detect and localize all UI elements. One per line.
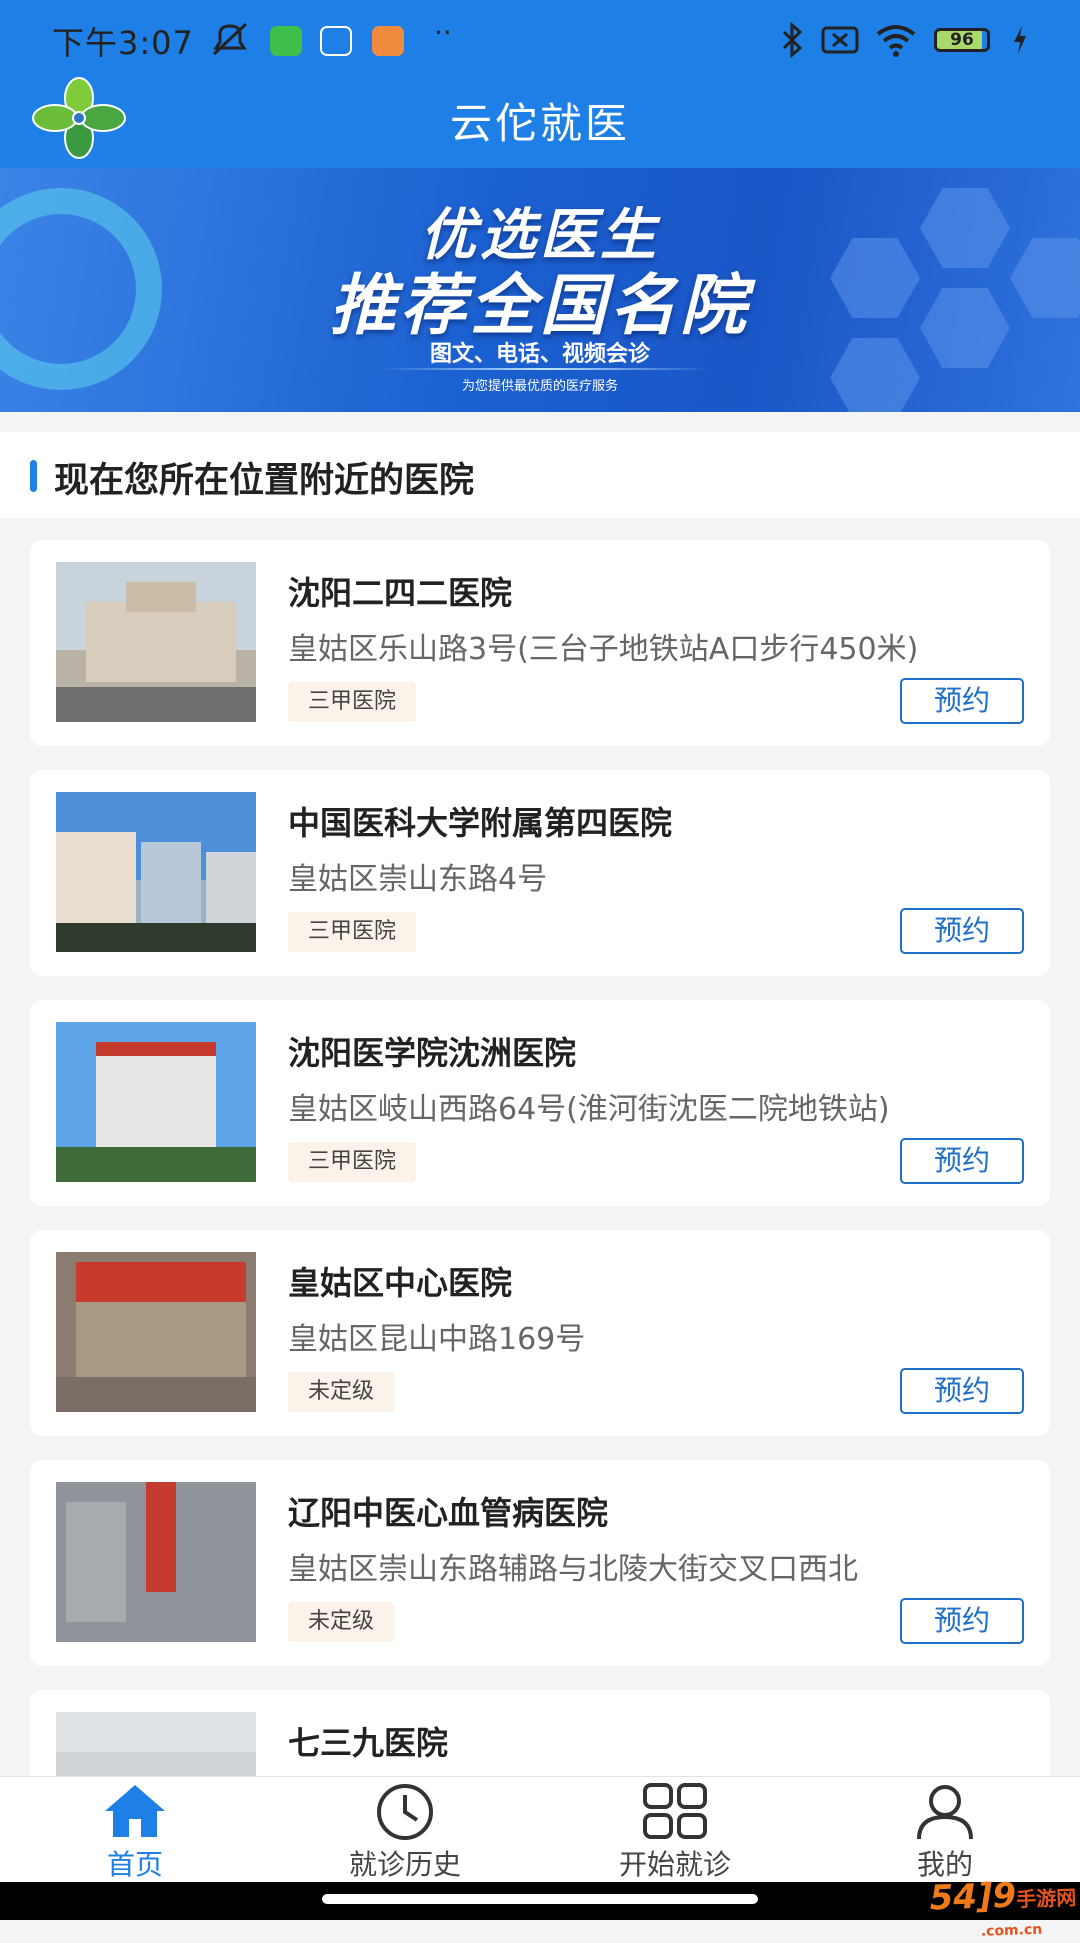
clock-icon: [377, 1784, 433, 1840]
hospital-card[interactable]: 皇姑区中心医院 皇姑区昆山中路169号 未定级 预约: [30, 1230, 1050, 1436]
hospital-address: 皇姑区崇山东路4号: [288, 862, 548, 897]
banner-subheadline: 推荐全国名院: [330, 267, 750, 344]
banner-divider: [380, 368, 710, 370]
section-header: 现在您所在位置附近的医院: [0, 432, 1080, 518]
app-icon-blue: [320, 26, 352, 56]
hospital-name: 沈阳医学院沈洲医院: [288, 1034, 577, 1072]
tab-label: 就诊历史: [348, 1848, 461, 1881]
hospital-card[interactable]: 七三九医院: [30, 1690, 1050, 1776]
site-watermark: 54]9手游网 .com.cn: [928, 1875, 1077, 1940]
app-title: 云佗就医: [449, 99, 630, 148]
hospital-card[interactable]: 中国医科大学附属第四医院 皇姑区崇山东路4号 三甲医院 预约: [30, 770, 1050, 976]
hospital-photo: [56, 1482, 256, 1642]
app-icon-green: [270, 26, 302, 56]
promo-banner[interactable]: 优选医生 推荐全国名院 图文、电话、视频会诊 为您提供最优质的医疗服务: [0, 168, 1080, 412]
tab-mine[interactable]: 我的: [810, 1777, 1080, 1883]
hospital-card[interactable]: 沈阳医学院沈洲医院 皇姑区岐山西路64号(淮河街沈医二院地铁站) 三甲医院 预约: [30, 1000, 1050, 1206]
home-icon: [105, 1785, 165, 1837]
bottom-nav: 首页 就诊历史 开始就诊 我的: [0, 1776, 1080, 1883]
home-indicator[interactable]: [322, 1894, 758, 1904]
hospital-address: 皇姑区乐山路3号(三台子地铁站A口步行450米): [288, 632, 919, 667]
mute-icon: [210, 22, 250, 62]
hospital-photo: [56, 1022, 256, 1182]
hospital-name: 七三九医院: [288, 1724, 449, 1762]
section-title: 现在您所在位置附近的医院: [54, 461, 475, 501]
system-home-bar: [0, 1882, 1080, 1920]
sim-icon: [820, 22, 860, 62]
tab-start-consultation[interactable]: 开始就诊: [540, 1777, 810, 1883]
app-header: 下午3:07 ·· 96 云佗就医: [0, 0, 1080, 168]
hospital-name: 辽阳中医心血管病医院: [288, 1494, 609, 1532]
status-time: 下午3:07: [52, 24, 194, 62]
section-accent-bar: [30, 460, 37, 492]
status-bar: 下午3:07 ·· 96: [0, 0, 1080, 82]
grid-icon: [643, 1783, 707, 1839]
hospital-card[interactable]: 辽阳中医心血管病医院 皇姑区崇山东路辅路与北陵大街交叉口西北 未定级 预约: [30, 1460, 1050, 1666]
tab-label: 首页: [106, 1848, 163, 1881]
hospital-name: 中国医科大学附属第四医院: [288, 804, 673, 842]
hospital-grade-badge: 三甲医院: [288, 912, 417, 952]
hospital-address: 皇姑区昆山中路169号: [288, 1322, 586, 1357]
hospital-list[interactable]: 沈阳二四二医院 皇姑区乐山路3号(三台子地铁站A口步行450米) 三甲医院 预约…: [0, 540, 1080, 1776]
hospital-grade-badge: 未定级: [288, 1372, 395, 1412]
book-button[interactable]: 预约: [900, 1368, 1024, 1414]
hospital-photo: [56, 1712, 256, 1776]
banner-tagline: 为您提供最优质的医疗服务: [461, 379, 618, 394]
wifi-icon: [874, 22, 918, 62]
hospital-photo: [56, 1252, 256, 1412]
banner-services: 图文、电话、视频会诊: [429, 342, 650, 367]
book-button[interactable]: 预约: [900, 678, 1024, 724]
book-button[interactable]: 预约: [900, 1598, 1024, 1644]
book-button[interactable]: 预约: [900, 908, 1024, 954]
hospital-card[interactable]: 沈阳二四二医院 皇姑区乐山路3号(三台子地铁站A口步行450米) 三甲医院 预约: [30, 540, 1050, 746]
hospital-photo: [56, 792, 256, 952]
battery-icon: 96: [934, 28, 990, 52]
hospital-address: 皇姑区岐山西路64号(淮河街沈医二院地铁站): [288, 1092, 890, 1127]
app-icon-orange: [372, 26, 404, 56]
tab-home[interactable]: 首页: [0, 1777, 270, 1883]
book-button[interactable]: 预约: [900, 1138, 1024, 1184]
tab-label: 开始就诊: [618, 1848, 731, 1881]
charging-icon: [1010, 22, 1030, 62]
hospital-grade-badge: 三甲医院: [288, 682, 417, 722]
hospital-photo: [56, 562, 256, 722]
bluetooth-icon: [780, 21, 804, 62]
hospital-name: 皇姑区中心医院: [288, 1264, 513, 1302]
hospital-grade-badge: 三甲医院: [288, 1142, 417, 1182]
hospital-address: 皇姑区崇山东路辅路与北陵大街交叉口西北: [288, 1552, 858, 1587]
user-icon: [917, 1785, 973, 1840]
more-dots-icon: ··: [434, 16, 452, 49]
tab-history[interactable]: 就诊历史: [270, 1777, 540, 1883]
hospital-name: 沈阳二四二医院: [288, 574, 513, 612]
hospital-grade-badge: 未定级: [288, 1602, 395, 1642]
